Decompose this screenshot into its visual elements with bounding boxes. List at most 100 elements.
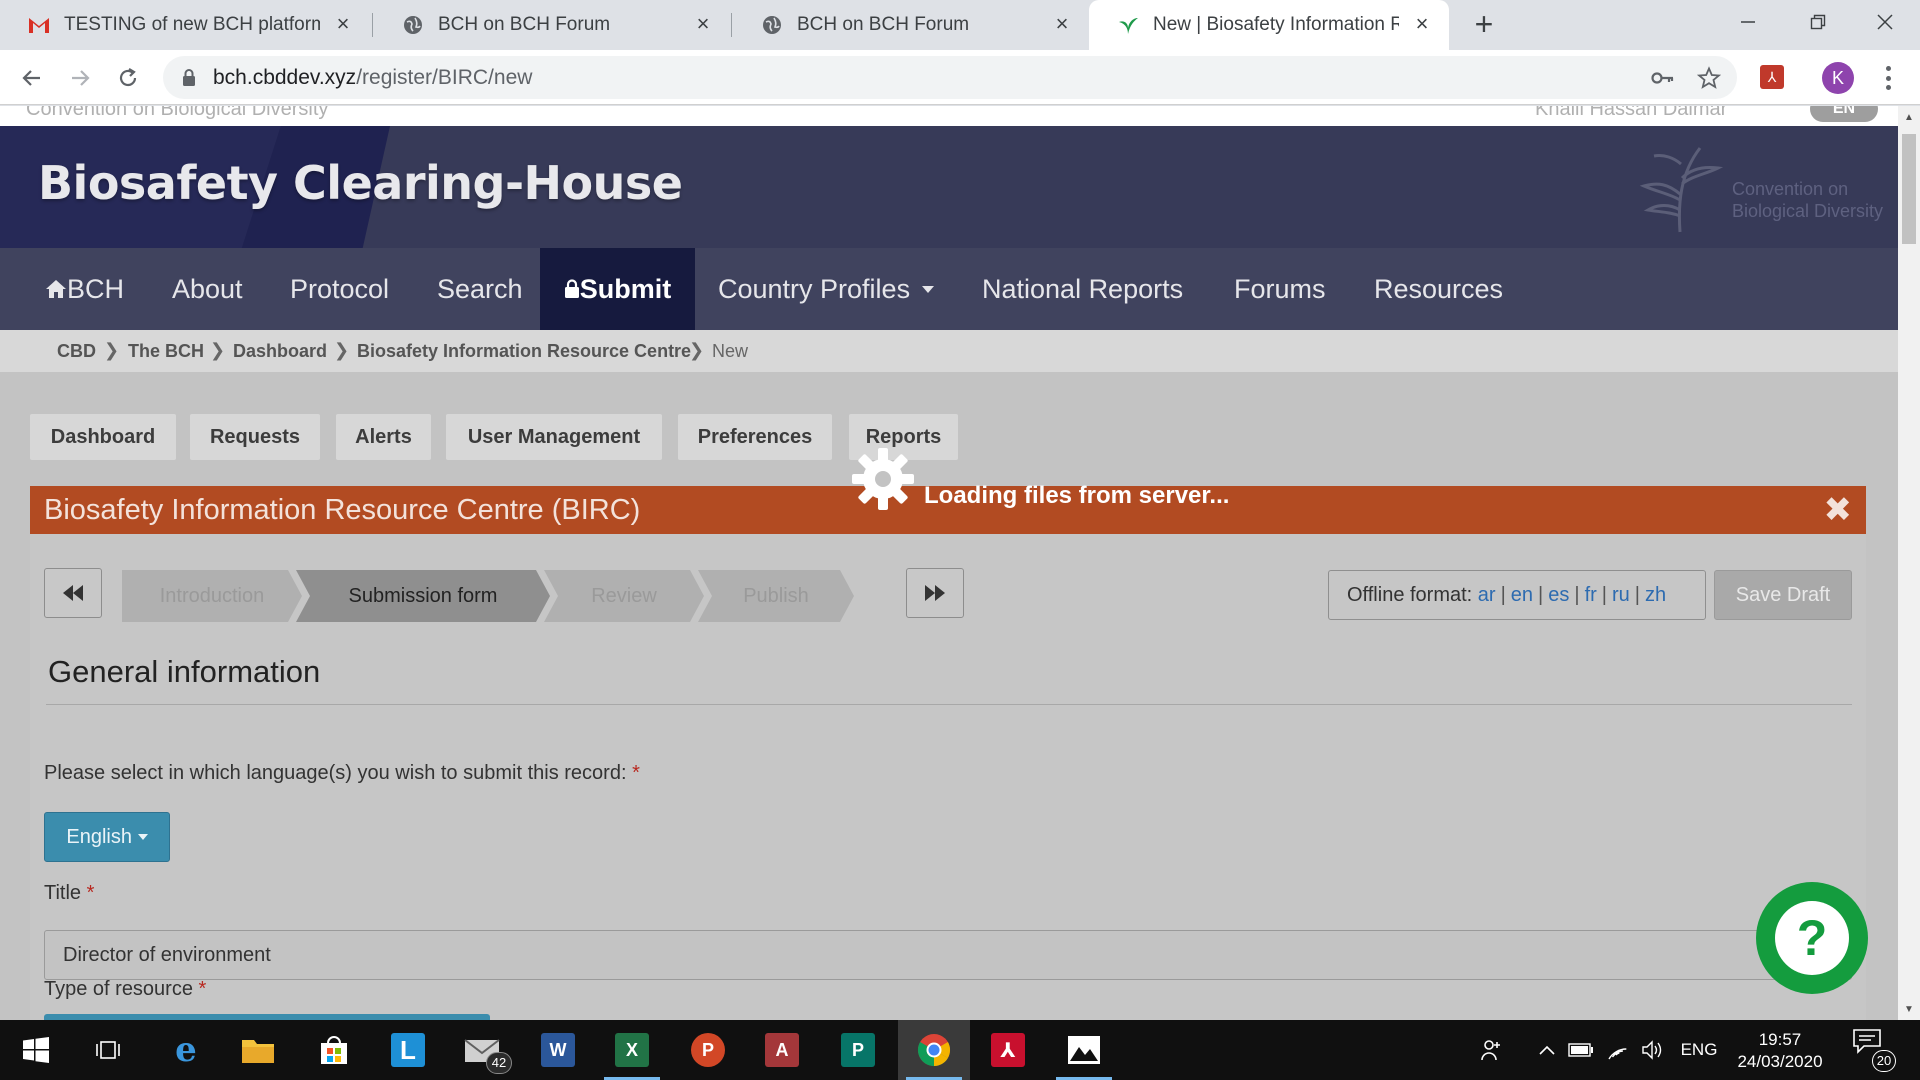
wizard-step-submission-form[interactable]: Submission form [296, 570, 550, 622]
wizard-next-button[interactable] [906, 568, 964, 618]
tab-birc-new[interactable]: New | Biosafety Information Reso × [1089, 0, 1449, 50]
taskbar-access[interactable]: A [746, 1020, 818, 1080]
taskbar-store[interactable] [298, 1020, 370, 1080]
offline-format-ru[interactable]: ru [1612, 584, 1630, 606]
taskbar-photos[interactable] [1048, 1020, 1120, 1080]
nav-country-profiles[interactable]: Country Profiles [718, 248, 934, 330]
bookmark-star-icon[interactable] [1697, 66, 1721, 90]
language-select-value: English [66, 826, 133, 848]
caret-down-icon [137, 834, 148, 840]
subnav-user-management[interactable]: User Management [446, 414, 662, 460]
people-icon[interactable] [1474, 1020, 1510, 1080]
reload-button[interactable] [108, 58, 148, 98]
title-input[interactable]: Director of environment [44, 930, 1852, 980]
nav-submit[interactable]: Submit [540, 248, 695, 330]
language-select-button[interactable]: English [44, 812, 170, 862]
taskbar-chrome[interactable] [898, 1020, 970, 1080]
offline-format-es[interactable]: es [1548, 584, 1569, 606]
key-icon[interactable] [1651, 66, 1675, 90]
close-form-icon[interactable]: ✖ [1824, 486, 1853, 534]
browser-menu-icon[interactable] [1876, 64, 1900, 92]
title-field-label-text: Title [44, 882, 82, 904]
new-tab-button[interactable]: + [1467, 8, 1501, 42]
action-center-button[interactable]: 20 [1852, 1028, 1896, 1072]
taskbar-file-explorer[interactable] [222, 1020, 294, 1080]
site-title[interactable]: Biosafety Clearing-House [38, 156, 683, 210]
wizard-step-review[interactable]: Review [544, 570, 704, 622]
breadcrumb-cbd[interactable]: CBD [57, 341, 96, 362]
battery-icon[interactable] [1566, 1020, 1596, 1080]
breadcrumb-the-bch[interactable]: The BCH [128, 341, 204, 362]
show-hidden-icons[interactable] [1532, 1020, 1562, 1080]
forward-button[interactable] [60, 58, 100, 98]
restore-button[interactable] [1783, 0, 1853, 44]
tab-gmail[interactable]: TESTING of new BCH platform - I × [0, 0, 370, 50]
close-icon[interactable]: × [1051, 13, 1073, 36]
subnav-preferences[interactable]: Preferences [678, 414, 832, 460]
scroll-up-icon[interactable]: ▲ [1903, 112, 1915, 124]
wizard-step-introduction[interactable]: Introduction [122, 570, 302, 622]
nav-national-reports[interactable]: National Reports [982, 248, 1183, 330]
profile-avatar[interactable]: K [1822, 62, 1854, 94]
taskbar-mail[interactable]: 42 [446, 1020, 518, 1080]
cbd-org-link[interactable]: Convention on Biological Diversity [26, 106, 328, 121]
wifi-icon[interactable] [1604, 1020, 1634, 1080]
close-window-button[interactable] [1850, 0, 1920, 44]
offline-format-zh[interactable]: zh [1645, 584, 1666, 606]
taskbar-l-app[interactable]: L [372, 1020, 444, 1080]
lock-icon [181, 68, 197, 93]
breadcrumb-birc[interactable]: Biosafety Information Resource Centre [357, 341, 691, 362]
help-chat-button[interactable]: ? [1756, 882, 1868, 994]
back-arrow-icon [22, 70, 40, 86]
taskbar-edge[interactable]: e [150, 1020, 222, 1080]
close-icon[interactable]: × [332, 13, 354, 36]
user-menu[interactable]: Khalil Hassan Dalmar [1535, 106, 1727, 121]
close-icon[interactable]: × [692, 13, 714, 36]
tab-forum-1[interactable]: BCH on BCH Forum × [374, 0, 730, 50]
minimize-button[interactable] [1713, 0, 1783, 44]
tab-forum-2[interactable]: BCH on BCH Forum × [733, 0, 1089, 50]
input-language-indicator[interactable]: ENG [1674, 1020, 1724, 1080]
address-bar[interactable]: bch.cbddev.xyz/register/BIRC/new [163, 56, 1737, 99]
language-switcher[interactable]: EN [1810, 106, 1878, 122]
nav-about[interactable]: About [172, 248, 243, 330]
start-button[interactable] [0, 1020, 72, 1080]
nav-protocol[interactable]: Protocol [290, 248, 389, 330]
separator: | [1500, 584, 1506, 606]
close-icon[interactable]: × [1411, 13, 1433, 36]
scroll-down-icon[interactable]: ▼ [1903, 1004, 1915, 1016]
task-view-button[interactable] [72, 1020, 144, 1080]
page-scrollbar[interactable]: ▲ ▼ [1898, 106, 1920, 1020]
cbd-logo[interactable]: Convention on Biological Diversity [1639, 144, 1883, 234]
notification-count: 20 [1872, 1050, 1896, 1072]
scrollbar-thumb[interactable] [1902, 134, 1916, 244]
offline-format-ar[interactable]: ar [1478, 584, 1496, 606]
save-draft-button[interactable]: Save Draft [1714, 570, 1852, 620]
offline-format-fr[interactable]: fr [1585, 584, 1597, 606]
taskbar-acrobat[interactable]: ⅄ [972, 1020, 1044, 1080]
nav-search[interactable]: Search [437, 248, 523, 330]
caret-down-icon [921, 286, 934, 293]
acrobat-extension-icon[interactable]: ⅄ [1760, 65, 1784, 89]
minimize-icon [1741, 21, 1755, 23]
volume-icon[interactable] [1638, 1020, 1668, 1080]
nav-home[interactable]: BCH [45, 248, 124, 330]
taskbar-excel[interactable]: X [596, 1020, 668, 1080]
subnav-requests[interactable]: Requests [190, 414, 320, 460]
breadcrumb-dashboard[interactable]: Dashboard [233, 341, 327, 362]
system-clock[interactable]: 19:57 24/03/2020 [1720, 1020, 1840, 1080]
taskbar-powerpoint[interactable]: P [672, 1020, 744, 1080]
tab-title: New | Biosafety Information Reso [1153, 14, 1399, 35]
offline-format-en[interactable]: en [1511, 584, 1533, 606]
wizard-step-publish[interactable]: Publish [698, 570, 854, 622]
wizard-previous-button[interactable] [44, 568, 102, 618]
subnav-alerts[interactable]: Alerts [336, 414, 431, 460]
nav-forums[interactable]: Forums [1234, 248, 1326, 330]
back-button[interactable] [12, 58, 52, 98]
subnav-dashboard[interactable]: Dashboard [30, 414, 176, 460]
taskbar-word[interactable]: W [522, 1020, 594, 1080]
taskbar-publisher[interactable]: P [822, 1020, 894, 1080]
nav-resources[interactable]: Resources [1374, 248, 1503, 330]
reload-icon [119, 68, 137, 87]
home-icon [46, 280, 66, 298]
